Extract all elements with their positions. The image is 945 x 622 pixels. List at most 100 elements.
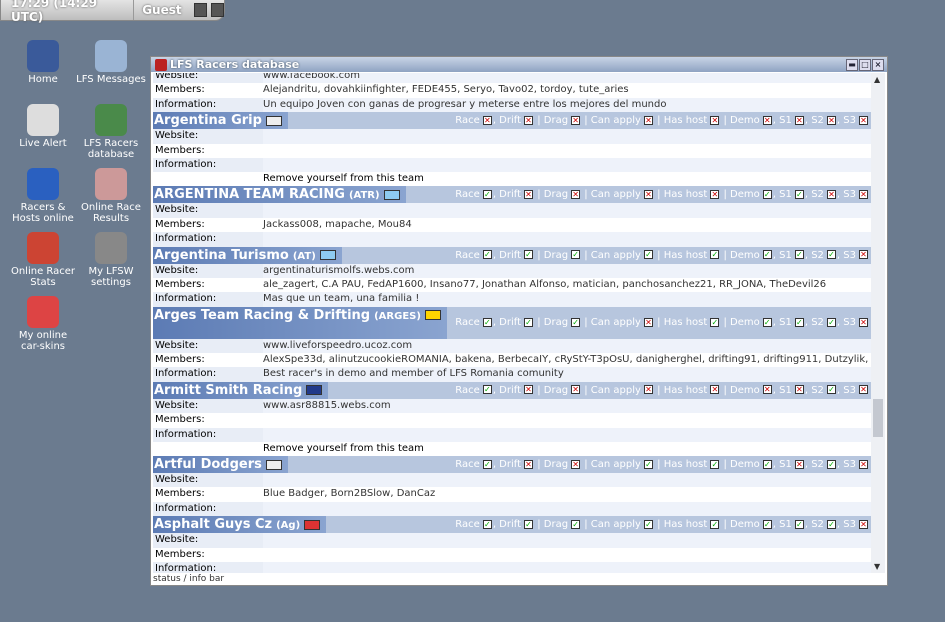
row-value: Mas que un team, una familia ! xyxy=(263,292,871,307)
team-tag: (ATR) xyxy=(348,190,380,202)
check-icon: ✓ xyxy=(710,317,720,327)
row-label: Website: xyxy=(153,533,263,548)
desktop-icon[interactable]: Online Racer Stats xyxy=(8,232,78,288)
row-label: Website: xyxy=(153,338,263,354)
row-value[interactable]: www.facebook.com xyxy=(263,73,871,84)
team-name[interactable]: Argentina Turismo (AT) xyxy=(153,246,342,264)
desktop-icon-label: Racers & Hosts online xyxy=(12,202,74,224)
row-value: Jackass008, mapache, Mou84 xyxy=(263,217,871,233)
row-value xyxy=(263,561,871,573)
team-name[interactable]: Arges Team Racing & Drifting (ARGES) xyxy=(153,306,447,339)
desktop-icon[interactable]: My online car-skins xyxy=(8,296,78,352)
check-icon: ✓ xyxy=(482,519,492,529)
desktop-icon[interactable]: My LFSW settings xyxy=(76,232,146,288)
info-row: Website: xyxy=(153,533,871,548)
row-value: Blue Badger, Born2BSlow, DanCaz xyxy=(263,487,871,502)
check-icon: ✓ xyxy=(826,317,836,327)
flag-label: Demo xyxy=(730,115,760,127)
desktop-icon[interactable]: LFS Racers database xyxy=(76,104,146,160)
cross-icon: ✕ xyxy=(524,385,534,395)
username[interactable]: Guest xyxy=(134,3,189,17)
team-tag: (Ag) xyxy=(276,520,301,532)
check-icon: ✓ xyxy=(571,519,581,529)
desktop-icon[interactable]: Racers & Hosts online xyxy=(8,168,78,224)
info-row: Website: argentinaturismolfs.webs.com xyxy=(153,263,871,278)
remove-from-team-link[interactable]: Remove yourself from this team xyxy=(153,172,871,187)
scroll-up-icon[interactable]: ▲ xyxy=(874,75,880,84)
row-label: Members: xyxy=(153,353,263,368)
check-icon: ✓ xyxy=(826,250,836,260)
separator: | xyxy=(534,459,544,471)
info-row: Members: ale_zagert, C.A PAU, FedAP1600, … xyxy=(153,277,871,293)
minimize-button[interactable]: ▬ xyxy=(846,58,858,71)
team-tag: (AT) xyxy=(292,250,316,262)
team-header: Argentina Grip Race ✕, Drift ✕ | Drag ✕ | Ca… xyxy=(153,112,871,130)
cross-icon: ✕ xyxy=(859,519,868,529)
info-row: Information: Mas que un team, una familia… xyxy=(153,292,871,307)
team-header: Argentina Turismo (AT) Race ✓, Drift ✓ | Dra… xyxy=(153,246,871,264)
window-titlebar[interactable]: LFS Racers database ▬ □ × xyxy=(151,57,887,72)
flag-label: Demo xyxy=(730,519,760,531)
vertical-scrollbar[interactable]: ▲ ▼ xyxy=(871,73,885,573)
flag-label: Drag xyxy=(543,249,569,261)
row-value xyxy=(263,143,871,158)
check-icon: ✓ xyxy=(571,250,581,260)
team-flags: Race ✕, Drift ✕ | Drag ✕ | Can apply ✕ | Has… xyxy=(455,115,871,126)
row-value xyxy=(263,157,871,173)
scroll-down-icon[interactable]: ▼ xyxy=(874,562,880,571)
flag-label: Race xyxy=(455,519,480,531)
separator: | xyxy=(720,189,731,201)
desktop-icon-label: Online Racer Stats xyxy=(10,266,76,288)
cross-icon: ✕ xyxy=(859,385,868,395)
info-row: Members: Blue Badger, Born2BSlow, DanCaz xyxy=(153,487,871,502)
row-label: Members: xyxy=(153,547,263,562)
check-icon: ✓ xyxy=(571,317,581,327)
row-label: Information: xyxy=(153,232,263,247)
team-name-text: ARGENTINA TEAM RACING xyxy=(154,187,345,203)
team-name[interactable]: Armitt Smith Racing xyxy=(153,381,329,399)
separator: | xyxy=(534,115,544,127)
scroll-thumb[interactable] xyxy=(873,399,883,437)
cross-icon: ✕ xyxy=(859,459,868,469)
cross-icon: ✕ xyxy=(710,385,720,395)
flag-label: S1 xyxy=(779,459,792,471)
remove-from-team-link[interactable]: Remove yourself from this team xyxy=(153,442,871,457)
info-row: Information: xyxy=(153,561,871,573)
logout-icon[interactable] xyxy=(193,3,207,17)
cross-icon: ✕ xyxy=(643,385,653,395)
info-row: Members: AlexSpe33d, alinutzucookieROMANI… xyxy=(153,353,871,394)
desktop-icon[interactable]: Online Race Results xyxy=(76,168,146,224)
close-button[interactable]: × xyxy=(872,58,884,71)
cross-icon: ✕ xyxy=(762,115,772,125)
info-row: Members: Jackass008, mapache, Mou84 xyxy=(153,217,871,233)
check-icon: ✓ xyxy=(762,519,772,529)
row-value[interactable]: Alejandritu, dovahkiinfighter, FEDE455, … xyxy=(263,83,871,98)
team-flags: Race ✓, Drift ✕ | Drag ✕ | Can apply ✕ | Has… xyxy=(455,189,871,200)
team-name[interactable]: Argentina Grip xyxy=(153,112,288,130)
cross-icon: ✕ xyxy=(524,459,534,469)
flag-label: S1 xyxy=(779,384,792,396)
team-name[interactable]: ARGENTINA TEAM RACING (ATR) xyxy=(153,186,406,204)
team-name[interactable]: Artful Dodgers xyxy=(153,456,288,474)
team-name[interactable]: Asphalt Guys Cz (Ag) xyxy=(153,516,327,534)
flag-label: Can apply xyxy=(590,459,641,471)
desktop-icon[interactable]: Home xyxy=(8,40,78,85)
flag-label: Race xyxy=(455,189,480,201)
top-bar: 17:29 (14:29 UTC) Guest xyxy=(0,0,225,24)
team-name-text: Argentina Grip xyxy=(154,113,262,129)
flag-label: Drift xyxy=(499,384,522,396)
desktop-icon-label: Home xyxy=(28,74,58,85)
tools-icon xyxy=(95,232,127,264)
calendar-icon[interactable] xyxy=(210,3,224,17)
cross-icon: ✕ xyxy=(826,189,836,199)
row-label: Members: xyxy=(153,143,263,158)
flag-label: S2 xyxy=(811,519,824,531)
separator: | xyxy=(720,384,731,396)
check-icon: ✓ xyxy=(643,519,653,529)
row-value: Best racer's in demo and member of LFS R… xyxy=(263,367,871,382)
maximize-button[interactable]: □ xyxy=(859,58,871,71)
desktop-icon[interactable]: LFS Messages xyxy=(76,40,146,85)
desktop-icon[interactable]: Live Alert xyxy=(8,104,78,149)
flag-label: S2 xyxy=(811,249,824,261)
row-value: argentinaturismolfs.webs.com xyxy=(263,263,871,278)
